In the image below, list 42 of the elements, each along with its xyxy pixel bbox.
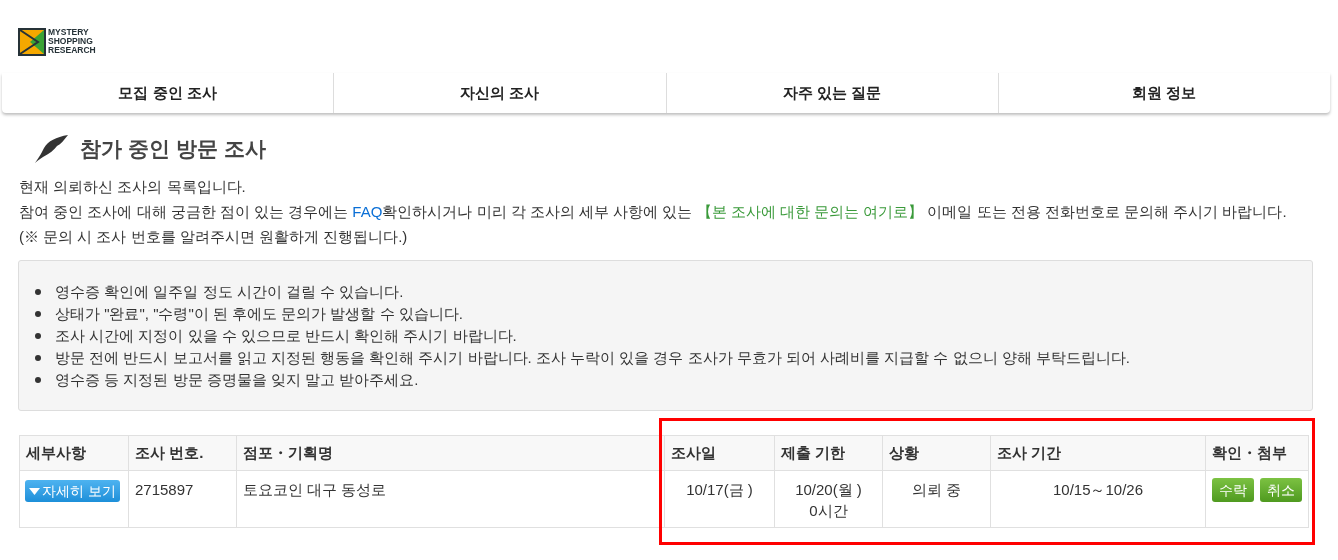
bullet-icon: [35, 289, 41, 295]
intro-text: 현재 의뢰하신 조사의 목록입니다.: [19, 177, 247, 197]
notice-text: 조사 시간에 지정이 있을 수 있으므로 반드시 확인해 주시기 바랍니다.: [55, 326, 517, 346]
column-header: 상황: [882, 435, 991, 471]
notice-text: 영수증 확인에 일주일 정도 시간이 걸릴 수 있습니다.: [55, 282, 404, 302]
caret-icon: [29, 487, 40, 495]
nav-tab[interactable]: 회원 정보: [997, 73, 1330, 113]
bullet-icon: [35, 311, 41, 317]
bullet-icon: [35, 355, 41, 361]
accept-button[interactable]: 수락: [1212, 478, 1254, 502]
bullet-icon: [35, 333, 41, 339]
faq-link[interactable]: FAQ: [352, 203, 383, 220]
logo-icon: [18, 27, 46, 56]
table-cell: 10/15～10/26: [990, 470, 1206, 528]
column-header: 조사 기간: [990, 435, 1206, 471]
nav-tab[interactable]: 자주 있는 질문: [665, 73, 998, 113]
table-cell: 의뢰 중: [882, 470, 991, 528]
table-cell: 10/17(금 ): [664, 470, 775, 528]
nav-tab[interactable]: 자신의 조사: [333, 73, 666, 113]
column-header: 조사일: [664, 435, 775, 471]
page-title: 참가 중인 방문 조사: [80, 136, 266, 163]
nav-tab[interactable]: 모집 중인 조사: [2, 73, 334, 113]
notice-text: 방문 전에 반드시 보고서를 읽고 지정된 행동을 확인해 주시기 바랍니다. 조사 누락이 있을 경우 조사가 무효가 되어 사례비를 지급할 수 없으니 양해 부탁드립니다.: [55, 348, 1131, 368]
feather-icon: [34, 134, 68, 164]
contact-link[interactable]: 【본 조사에 대한 문의는 여기로】: [696, 203, 924, 220]
table-cell: 토요코인 대구 동성로: [236, 470, 665, 528]
column-header: 제출 기한: [774, 435, 883, 471]
notice-text: 상태가 "완료", "수령"이 된 후에도 문의가 발생할 수 있습니다.: [55, 304, 463, 324]
column-header: 세부사항: [19, 435, 129, 471]
column-header: 조사 번호.: [128, 435, 237, 471]
bullet-icon: [35, 377, 41, 383]
column-header: 확인・첨부: [1205, 435, 1309, 471]
table-cell: 2715897: [128, 470, 237, 528]
notice-text: 영수증 등 지정된 방문 증명물을 잊지 말고 받아주세요.: [55, 370, 419, 390]
logo-text: RESEARCH: [48, 46, 96, 55]
logo-text: MYSTERY: [48, 28, 90, 37]
details-button[interactable]: 자세히 보기: [25, 480, 120, 502]
logo-text: SHOPPING: [48, 37, 94, 46]
intro-paragraph: 참여 중인 조사에 대해 궁금한 점이 있는 경우에는 FAQ확인하시거나 미리 각 조사의 세부 사항에 있는 【본 조사에 대한 문의는 여기로】 이메일 또는 전용 전화번호로 문의해 주시기 바랍니다. (※ 문의 시 조사 번호를 알려주시면 원활하게 진행됩니다.): [19, 202, 1288, 247]
cancel-button[interactable]: 취소: [1260, 478, 1302, 502]
column-header: 점포・기획명: [236, 435, 665, 471]
table-cell: 10/20(월 ) 0시간: [774, 470, 883, 528]
